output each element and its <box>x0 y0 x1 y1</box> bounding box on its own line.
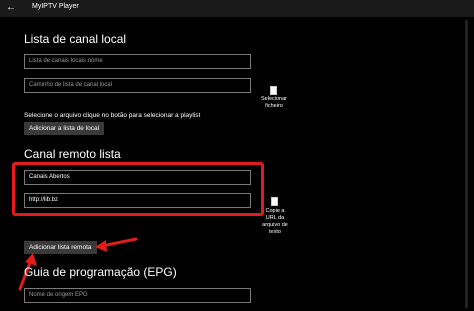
epg-heading: Guia de programação (EPG) <box>24 265 177 279</box>
epg-source-name-input[interactable]: Nome de origem EPG <box>24 288 251 303</box>
arrow-right-to-button <box>95 237 138 252</box>
scrollbar[interactable] <box>465 20 468 308</box>
